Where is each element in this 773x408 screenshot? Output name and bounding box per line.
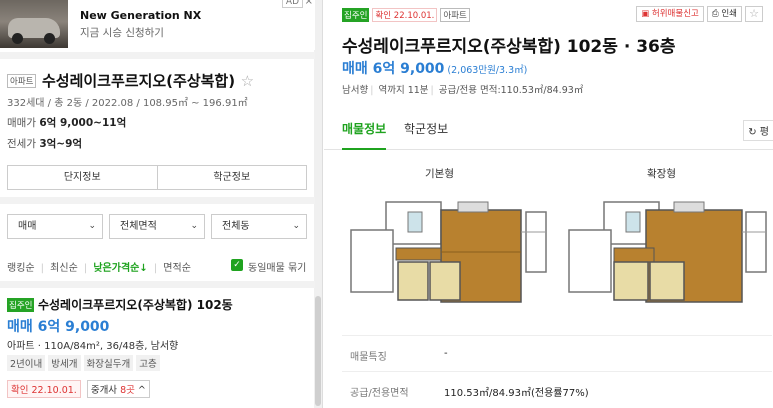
app-root: New Generation NX 지금 시승 신청하기 AD × 아파트 수성… <box>0 0 773 408</box>
group-checkbox-label[interactable]: 동일매물 묶기 <box>248 259 306 274</box>
print-icon: ⎙ <box>711 9 719 19</box>
ad-badge: AD <box>281 0 303 8</box>
info-row: 공급/전용면적 110.53㎡/84.93㎡(전용률77%) <box>342 371 772 407</box>
building-label: 전체동 <box>222 221 250 232</box>
owner-tag: 집주인 <box>342 8 370 22</box>
divider <box>0 281 315 288</box>
area-label: 전체면적 <box>120 221 157 232</box>
pyeong-label: 평 <box>759 127 769 138</box>
agent-label: 중개사 <box>90 385 118 396</box>
ad-image <box>0 0 68 48</box>
agent-count: 8곳 <box>120 385 135 396</box>
info-row: 매물특징 - <box>342 335 772 371</box>
school-info-button[interactable]: 학군정보 <box>156 166 307 189</box>
floor-plan-extended-image[interactable] <box>564 192 773 307</box>
info-value: - <box>444 348 448 359</box>
sort-low-price[interactable]: 낮은가격순↓ <box>93 263 147 274</box>
divider <box>0 52 315 59</box>
meta-direction: 남서향 <box>342 85 369 96</box>
sale-price-value: 6억 9,000~11억 <box>39 117 127 129</box>
sale-price-label: 매매가 <box>7 117 36 129</box>
sort-bar: 랭킹순 | 최신순 | 낮은가격순↓ | 면적순 ✓ 동일매물 묶기 <box>7 259 307 274</box>
print-button[interactable]: ⎙ 인쇄 <box>706 6 742 22</box>
refresh-icon: ↻ <box>748 127 757 138</box>
listing-title[interactable]: 집주인 수성레이크푸르지오(주상복합) 102동 <box>7 296 307 313</box>
trade-type-label: 매매 <box>18 221 37 232</box>
complex-meta: 332세대 / 총 2동 / 2022.08 / 108.95㎡ ~ 196.9… <box>7 98 248 109</box>
favorite-star-icon[interactable]: ☆ <box>745 6 763 22</box>
detail-price-value: 매매 6억 9,000 <box>342 61 445 77</box>
plan-extended-label: 확장형 <box>647 168 676 180</box>
confirm-date-tag: 확인 22.10.01. <box>372 8 438 22</box>
jeonse-price-line: 전세가 3억~9억 <box>7 136 82 151</box>
listing-chip: 방세개 <box>48 355 81 371</box>
filter-bar: 매매 ⌄ 전체면적 ⌄ 전체동 ⌄ <box>7 214 307 239</box>
detail-actions: ▣ 허위매물신고 ⎙ 인쇄 ☆ <box>636 6 763 22</box>
sort-latest[interactable]: 최신순 <box>50 263 78 274</box>
favorite-star-icon[interactable]: ☆ <box>241 72 254 90</box>
scrollbar-thumb[interactable] <box>315 296 321 406</box>
agent-count-button[interactable]: 중개사 8곳 ^ <box>86 380 150 398</box>
listing-chips: 2년이내 방세개 화장실두개 고층 <box>7 355 160 371</box>
area-select[interactable]: 전체면적 ⌄ <box>109 214 205 239</box>
listing-name[interactable]: 수성레이크푸르지오(주상복합) 102동 <box>38 296 233 313</box>
listing-spec: 아파트 · 110A/84m², 36/48층, 남서향 <box>7 341 179 352</box>
meta-station: 역까지 11분 <box>378 85 429 96</box>
complex-buttons: 단지정보 학군정보 <box>7 165 307 190</box>
jeonse-price-label: 전세가 <box>7 138 36 150</box>
detail-price-per: (2,063만원/3.3㎡) <box>447 65 528 76</box>
tab-school-info[interactable]: 학군정보 <box>404 120 448 137</box>
listing-chip: 화장실두개 <box>83 355 134 371</box>
trade-type-select[interactable]: 매매 ⌄ <box>7 214 103 239</box>
ad-title: New Generation NX <box>80 9 202 22</box>
info-key: 매물특징 <box>350 352 387 363</box>
complex-name[interactable]: 수성레이크푸르지오(주상복합) <box>42 70 235 91</box>
chevron-down-icon: ⌄ <box>88 221 96 231</box>
info-value: 110.53㎡/84.93㎡(전용률77%) <box>444 388 589 399</box>
complex-info-button[interactable]: 단지정보 <box>8 166 157 189</box>
sale-price-line: 매매가 6억 9,000~11억 <box>7 115 126 130</box>
jeonse-price-value: 3억~9억 <box>39 138 83 150</box>
ad-close-icon[interactable]: × <box>305 0 313 7</box>
owner-tag: 집주인 <box>7 297 35 312</box>
listing-chip: 2년이내 <box>7 355 46 371</box>
detail-meta: 남서향 | 역까지 11분 | 공급/전용 면적:110.53㎡/84.93㎡ <box>342 85 584 96</box>
sort-area[interactable]: 면적순 <box>163 263 191 274</box>
detail-price: 매매 6억 9,000 (2,063만원/3.3㎡) <box>342 58 527 78</box>
ad-subtitle: 지금 시승 신청하기 <box>80 27 164 39</box>
info-key: 공급/전용면적 <box>350 388 409 399</box>
detail-tabs: 매물정보 학군정보 ↻ 평 <box>324 110 773 150</box>
print-label: 인쇄 <box>721 9 737 19</box>
plan-basic-label: 기본형 <box>425 168 454 180</box>
type-tag: 아파트 <box>7 73 37 88</box>
listing-chip: 고층 <box>136 355 160 371</box>
tab-listing-info[interactable]: 매물정보 <box>342 120 387 150</box>
detail-tags: 집주인 확인 22.10.01. 아파트 <box>342 8 470 22</box>
floor-plan-basic-image[interactable] <box>346 192 556 307</box>
ad-banner[interactable]: New Generation NX 지금 시승 신청하기 AD × <box>0 0 315 50</box>
building-select[interactable]: 전체동 ⌄ <box>211 214 307 239</box>
meta-area: 공급/전용 면적:110.53㎡/84.93㎡ <box>438 85 584 96</box>
confirm-date-badge: 확인 22.10.01. <box>7 380 81 398</box>
listing-price: 매매 6억 9,000 <box>7 319 110 335</box>
siren-icon: ▣ <box>641 9 650 19</box>
listing-footer: 확인 22.10.01. 중개사 8곳 ^ <box>7 380 150 398</box>
scrollbar[interactable] <box>314 0 322 408</box>
chevron-down-icon: ⌄ <box>292 221 300 231</box>
pyeong-toggle[interactable]: ↻ 평 <box>743 120 773 141</box>
group-checkbox[interactable]: ✓ <box>231 259 243 271</box>
type-tag: 아파트 <box>440 8 470 22</box>
complex-header: 아파트 수성레이크푸르지오(주상복합) ☆ <box>7 70 312 91</box>
chevron-up-icon: ^ <box>137 385 146 396</box>
left-panel: New Generation NX 지금 시승 신청하기 AD × 아파트 수성… <box>0 0 323 408</box>
report-button[interactable]: ▣ 허위매물신고 <box>636 6 704 22</box>
sort-ranking[interactable]: 랭킹순 <box>7 263 35 274</box>
detail-title: 수성레이크푸르지오(주상복합) 102동 · 36층 <box>342 37 676 57</box>
detail-panel: 집주인 확인 22.10.01. 아파트 ▣ 허위매물신고 ⎙ 인쇄 ☆ 수성레… <box>324 0 773 408</box>
divider <box>0 197 315 204</box>
chevron-down-icon: ⌄ <box>190 221 198 231</box>
report-label: 허위매물신고 <box>651 9 699 19</box>
